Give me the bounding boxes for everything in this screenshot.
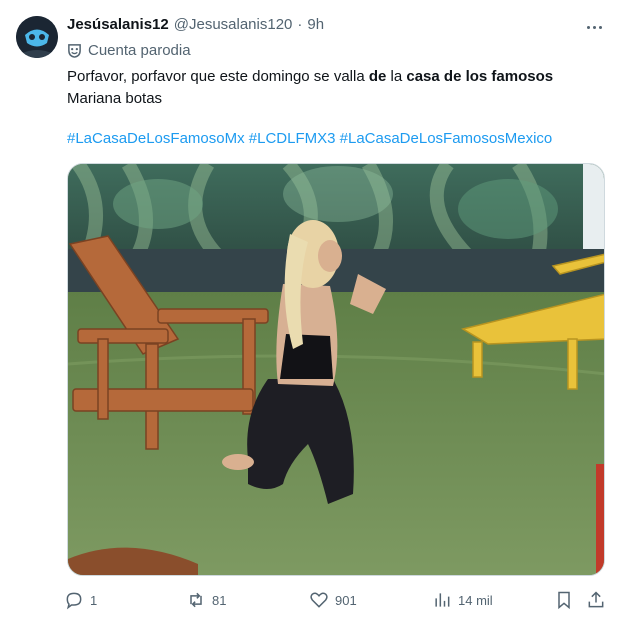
post-text-line2: Mariana botas <box>67 90 163 107</box>
post-text: Porfavor, porfavor que este domingo se v… <box>67 66 607 110</box>
hashtag-link[interactable]: #LaCasaDeLosFamososMexico <box>340 130 553 147</box>
bookmark-button[interactable] <box>554 589 574 611</box>
post-timestamp[interactable]: 9h <box>307 16 324 33</box>
more-options-icon[interactable] <box>583 18 605 36</box>
post-media[interactable] <box>67 163 605 576</box>
like-count: 901 <box>335 592 357 608</box>
share-icon <box>588 591 604 608</box>
parody-label: Cuenta parodia <box>67 42 191 59</box>
reply-button[interactable]: 1 <box>64 589 97 611</box>
heart-icon <box>310 592 328 608</box>
post-text-part2: la <box>386 68 407 85</box>
reply-icon <box>66 592 82 610</box>
avatar[interactable] <box>16 16 58 58</box>
post-text-bold1: de <box>368 68 387 85</box>
post-text-part1: Porfavor, porfavor que este domingo se v… <box>67 68 369 85</box>
repost-button[interactable]: 81 <box>186 589 226 611</box>
post-text-bold2: casa de los famosos <box>406 68 554 85</box>
share-button[interactable] <box>586 589 606 611</box>
parody-mask-icon <box>68 44 81 58</box>
hashtag-line: #LaCasaDeLosFamosoMx #LCDLFMX3 #LaCasaDe… <box>67 128 552 150</box>
gif-image <box>68 164 604 575</box>
repost-icon <box>190 592 202 608</box>
like-button[interactable]: 901 <box>309 589 357 611</box>
action-bar: 1 81 901 14 mil <box>64 589 609 611</box>
view-count: 14 mil <box>458 592 493 608</box>
views-button[interactable]: 14 mil <box>432 589 493 611</box>
post-header: Jesúsalanis12 @Jesusalanis120 · 9h <box>67 16 324 36</box>
separator-dot: · <box>297 16 303 33</box>
hashtag-link[interactable]: #LCDLFMX3 <box>249 130 336 147</box>
views-chart-icon <box>435 593 450 607</box>
hashtag-link[interactable]: #LaCasaDeLosFamosoMx <box>67 130 245 147</box>
parody-badge-text: Cuenta parodia <box>88 42 191 59</box>
repost-count: 81 <box>212 592 227 608</box>
bookmark-icon <box>558 591 570 610</box>
author-display-name[interactable]: Jesúsalanis12 <box>67 16 169 33</box>
reply-count: 1 <box>90 592 98 608</box>
author-handle[interactable]: @Jesusalanis120 <box>174 16 293 33</box>
